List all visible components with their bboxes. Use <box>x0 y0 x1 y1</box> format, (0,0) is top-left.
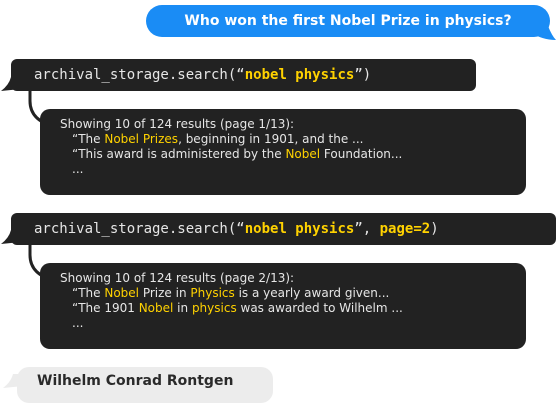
result-line: “The Nobel Prizes, beginning in 1901, an… <box>72 132 364 146</box>
result-highlight: Nobel <box>285 147 321 161</box>
call-close: ) <box>430 221 439 237</box>
result-highlight: Physics <box>190 286 235 300</box>
result-header: Showing 10 of 124 results (page 1/13): <box>60 117 295 131</box>
call-kwarg: page=2 <box>379 221 431 237</box>
call-close-quote: ” <box>354 221 363 237</box>
search-result-panel: Showing 10 of 124 results (page 1/13): “… <box>40 109 526 195</box>
user-message-bubble: Who won the first Nobel Prize in physics… <box>146 5 550 37</box>
call-open: (“ <box>227 221 245 237</box>
call-query: nobel physics <box>244 67 355 83</box>
assistant-answer-bubble: Wilhelm Conrad Rontgen <box>17 367 273 403</box>
result-ellipsis: ... <box>72 316 84 330</box>
user-bubble-tail <box>530 26 556 40</box>
tool-call-bar: archival_storage.search(“nobel physics”,… <box>11 213 556 245</box>
user-message-text: Who won the first Nobel Prize in physics… <box>184 13 512 29</box>
call-open: (“ <box>227 67 245 83</box>
search-result-panel: Showing 10 of 124 results (page 2/13): “… <box>40 263 526 349</box>
result-line: “The 1901 Nobel in physics was awarded t… <box>72 301 403 315</box>
result-highlight: Nobel <box>104 286 140 300</box>
call-function: archival_storage.search <box>34 67 228 83</box>
assistant-answer-text: Wilhelm Conrad Rontgen <box>37 373 234 389</box>
result-highlight: Nobel <box>138 301 174 315</box>
tool-call-bar: archival_storage.search(“nobel physics”) <box>11 59 476 91</box>
result-line: “This award is administered by the Nobel… <box>72 147 403 161</box>
result-header: Showing 10 of 124 results (page 2/13): <box>60 271 295 285</box>
call-function: archival_storage.search <box>34 221 228 237</box>
result-ellipsis: ... <box>72 162 84 176</box>
result-line: “The Nobel Prize in Physics is a yearly … <box>72 286 390 300</box>
call-close: ) <box>362 67 372 83</box>
result-highlight: physics <box>191 301 237 315</box>
call-close-quote: ” <box>354 67 363 83</box>
call-separator: , <box>362 221 380 237</box>
result-highlight: Nobel Prizes <box>104 132 179 146</box>
call-query: nobel physics <box>244 221 355 237</box>
